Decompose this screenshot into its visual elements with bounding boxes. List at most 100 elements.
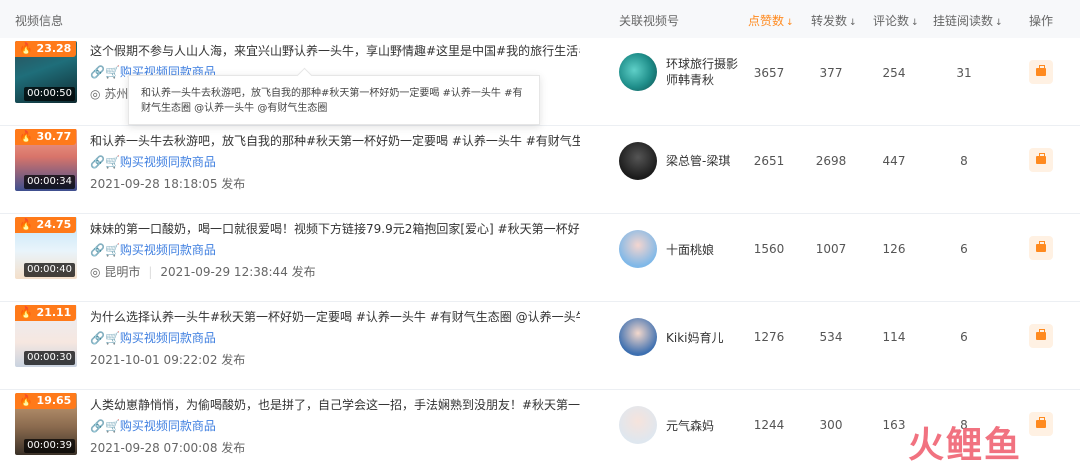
table-header: 视频信息 关联视频号 点赞数 ↓ 转发数 ↓ 评论数 ↓ 挂链阅读数 ↓ 操作 [0,0,1080,38]
link-icon: 🔗 [90,155,105,169]
video-duration: 00:00:39 [24,439,75,453]
bag-icon [1036,65,1046,76]
avatar[interactable] [619,406,657,444]
likes-count: 2651 [753,154,785,168]
col-video-info: 视频信息 [15,14,64,28]
likes-count: 1276 [753,330,785,344]
video-title[interactable]: 和认养一头牛去秋游吧，放飞自我的那种#秋天第一杯好奶一定要喝 #认养一头牛 #有… [90,132,580,149]
sort-down-icon: ↓ [849,18,857,28]
avatar[interactable] [619,142,657,180]
video-thumbnail[interactable]: 🔥 24.75 00:00:40 [15,217,77,279]
flame-icon: 🔥 [19,218,33,231]
cart-icon: 🛒 [104,243,120,257]
video-title[interactable]: 妹妹的第一口酸奶，喝一口就很爱喝！视频下方链接79.9元2箱抱回家[爱心] #秋… [90,220,580,237]
flame-icon: 🔥 [19,306,33,319]
buy-product-link[interactable]: 🔗🛒购买视频同款商品 [90,329,216,346]
table-row[interactable]: 🔥 21.11 00:00:30 为什么选择认养一头牛#秋天第一杯好奶一定要喝 … [0,302,1080,390]
account-name[interactable]: 环球旅行摄影师韩青秋 [666,56,746,88]
account-name[interactable]: Kiki妈育儿 [666,330,746,346]
video-title[interactable]: 人类幼崽静悄悄，为偷喝酸奶，也是拼了，自己学会这一招，手法娴熟到没朋友！#秋天第… [90,396,580,413]
video-meta: 2021-10-01 09:22:02 发布 [90,353,246,367]
publish-time: 2021-09-28 07:00:08 [90,441,218,455]
table-row[interactable]: 🔥 24.75 00:00:40 妹妹的第一口酸奶，喝一口就很爱喝！视频下方链接… [0,214,1080,302]
avatar[interactable] [619,318,657,356]
cart-icon: 🛒 [104,155,120,169]
video-meta: 2021-09-28 07:00:08 发布 [90,441,246,455]
video-meta: ◎ 苏州 [90,85,128,102]
likes-count: 1560 [753,242,785,256]
reads-count: 8 [960,154,968,168]
link-icon: 🔗 [90,331,105,345]
video-thumbnail[interactable]: 🔥 19.65 00:00:39 [15,393,77,455]
comments-count: 447 [882,154,906,168]
video-location: 苏州 [104,87,129,101]
heat-badge: 🔥 19.65 [15,393,77,409]
heat-badge: 🔥 24.75 [15,217,77,233]
shares-count: 300 [819,418,843,432]
buy-product-link[interactable]: 🔗🛒购买视频同款商品 [90,153,216,170]
likes-count: 1244 [753,418,785,432]
video-meta: 2021-09-28 18:18:05 发布 [90,177,246,191]
publish-time: 2021-09-28 18:18:05 [90,177,218,191]
link-icon: 🔗 [90,243,105,257]
reads-count: 31 [956,66,972,80]
bag-icon [1036,153,1046,164]
bag-icon [1036,241,1046,252]
heat-badge: 🔥 21.11 [15,305,77,321]
flame-icon: 🔥 [19,130,33,143]
shop-action-button[interactable] [1029,324,1053,348]
col-reads-sort[interactable]: 挂链阅读数 ↓ [933,12,1003,29]
sort-down-icon: ↓ [786,18,794,28]
comments-count: 114 [882,330,906,344]
avatar[interactable] [619,230,657,268]
video-duration: 00:00:50 [24,87,75,101]
comments-count: 126 [882,242,906,256]
col-likes-sort[interactable]: 点赞数 ↓ [748,12,794,29]
account-name[interactable]: 十面桃娘 [666,242,746,258]
col-linked-account: 关联视频号 [619,14,680,28]
location-pin-icon: ◎ [90,265,101,279]
shop-action-button[interactable] [1029,148,1053,172]
reads-count: 6 [960,242,968,256]
flame-icon: 🔥 [19,394,33,407]
shop-action-button[interactable] [1029,236,1053,260]
video-duration: 00:00:34 [24,175,75,189]
reads-count: 6 [960,330,968,344]
video-title[interactable]: 为什么选择认养一头牛#秋天第一杯好奶一定要喝 #认养一头牛 #有财气生态圈 @认… [90,308,580,325]
bag-icon [1036,329,1046,340]
video-duration: 00:00:30 [24,351,75,365]
publish-time: 2021-09-29 12:38:44 [160,265,288,279]
publish-time: 2021-10-01 09:22:02 [90,353,218,367]
likes-count: 3657 [753,66,785,80]
link-icon: 🔗 [90,419,105,433]
heat-badge: 🔥 23.28 [15,41,77,57]
flame-icon: 🔥 [19,42,33,55]
cart-icon: 🛒 [104,419,120,433]
link-icon: 🔗 [90,65,105,79]
bag-icon [1036,417,1046,428]
shop-action-button[interactable] [1029,60,1053,84]
video-title[interactable]: 这个假期不参与人山人海，来宜兴山野认养一头牛，享山野情趣#这里是中国#我的旅行生… [90,42,580,59]
buy-product-link[interactable]: 🔗🛒购买视频同款商品 [90,417,216,434]
table-row[interactable]: 🔥 30.77 00:00:34 和认养一头牛去秋游吧，放飞自我的那种#秋天第一… [0,126,1080,214]
video-duration: 00:00:40 [24,263,75,277]
col-shares-sort[interactable]: 转发数 ↓ [811,12,857,29]
video-thumbnail[interactable]: 🔥 23.28 00:00:50 [15,41,77,103]
shop-action-button[interactable] [1029,412,1053,436]
video-thumbnail[interactable]: 🔥 21.11 00:00:30 [15,305,77,367]
shares-count: 377 [819,66,843,80]
watermark-logo: 火鲤鱼 [908,425,1023,463]
title-tooltip: 和认养一头牛去秋游吧，放飞自我的那种#秋天第一杯好奶一定要喝 #认养一头牛 #有… [128,75,540,125]
video-thumbnail[interactable]: 🔥 30.77 00:00:34 [15,129,77,191]
account-name[interactable]: 元气森妈 [666,418,746,434]
sort-down-icon: ↓ [995,18,1003,28]
buy-product-link[interactable]: 🔗🛒购买视频同款商品 [90,241,216,258]
video-meta: ◎ 昆明市 | 2021-09-29 12:38:44 发布 [90,265,316,279]
account-name[interactable]: 梁总管-梁琪 [666,153,746,169]
shares-count: 1007 [815,242,847,256]
col-actions: 操作 [1029,14,1054,28]
location-pin-icon: ◎ [90,87,101,101]
sort-down-icon: ↓ [911,18,919,28]
avatar[interactable] [619,53,657,91]
col-comments-sort[interactable]: 评论数 ↓ [873,12,919,29]
